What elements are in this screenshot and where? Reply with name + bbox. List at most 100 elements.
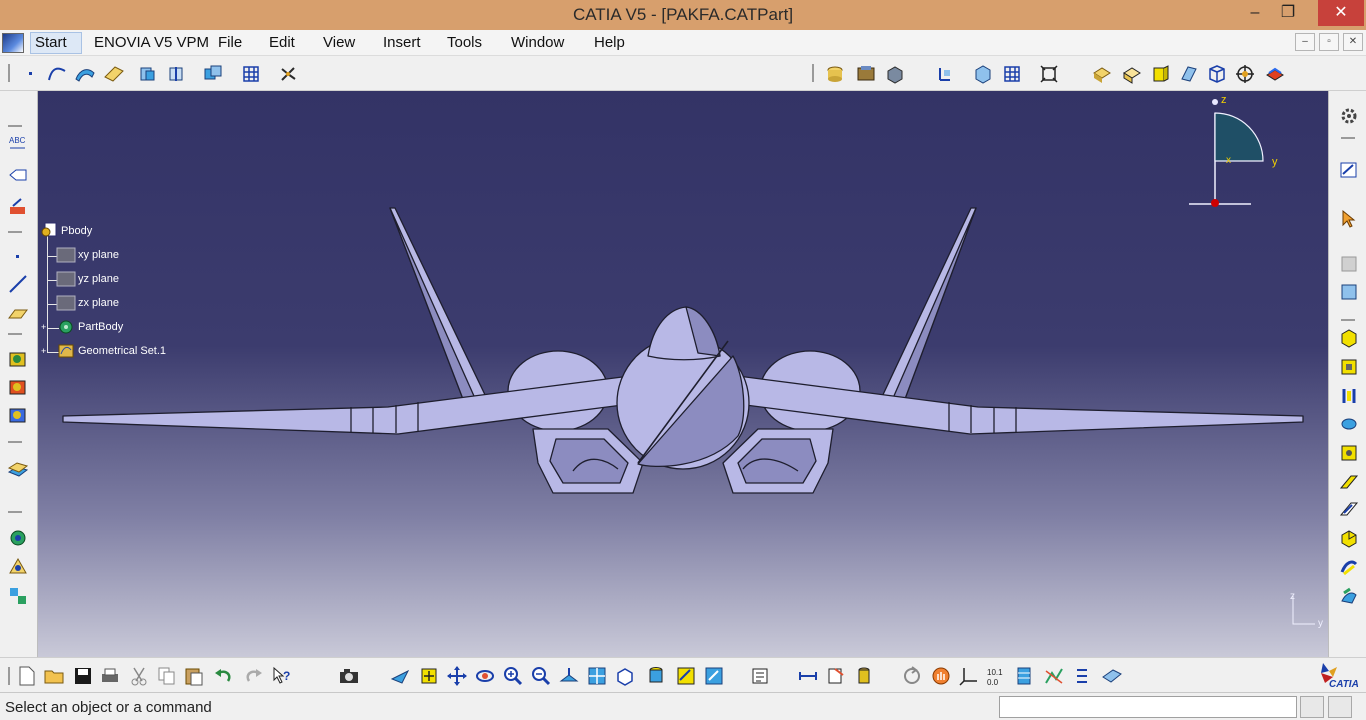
customize-view-icon[interactable] bbox=[1206, 63, 1228, 85]
rib-icon[interactable] bbox=[1338, 471, 1360, 493]
zoom-in-icon[interactable] bbox=[502, 665, 524, 687]
pan-icon[interactable] bbox=[446, 665, 468, 687]
measure-inertia-icon[interactable] bbox=[853, 665, 875, 687]
minimize-button[interactable]: ‒ bbox=[1240, 0, 1270, 26]
expand-plus-icon[interactable]: + bbox=[41, 322, 46, 332]
update-icon[interactable] bbox=[749, 665, 771, 687]
formula-icon[interactable] bbox=[7, 555, 29, 577]
select-arrow-icon[interactable] bbox=[1338, 208, 1360, 230]
line-icon[interactable] bbox=[7, 273, 29, 295]
sketch-cylinder-icon[interactable] bbox=[824, 63, 846, 85]
command-input[interactable] bbox=[999, 696, 1297, 718]
toolbar-grip[interactable] bbox=[8, 441, 22, 443]
camera-icon[interactable] bbox=[338, 665, 360, 687]
toolbar-grip[interactable] bbox=[1341, 137, 1355, 139]
extrude-icon[interactable] bbox=[7, 348, 29, 370]
offset-surface-icon[interactable] bbox=[7, 460, 29, 482]
save-icon[interactable] bbox=[72, 665, 94, 687]
undo-icon[interactable] bbox=[212, 665, 234, 687]
toolbar-grip[interactable] bbox=[8, 125, 22, 127]
plane-icon[interactable] bbox=[7, 302, 29, 324]
hide-show-icon[interactable] bbox=[1338, 253, 1360, 275]
sweep-surface-icon[interactable] bbox=[74, 63, 96, 85]
text-annotation-icon[interactable]: ABC bbox=[7, 133, 29, 155]
part-material-icon[interactable] bbox=[884, 63, 906, 85]
slot-icon[interactable] bbox=[1338, 498, 1360, 520]
zoom-out-icon[interactable] bbox=[530, 665, 552, 687]
pocket-icon[interactable] bbox=[1338, 356, 1360, 378]
transform-icon[interactable] bbox=[202, 63, 224, 85]
menu-insert[interactable]: Insert bbox=[383, 34, 421, 51]
point-icon[interactable] bbox=[7, 246, 29, 268]
print-icon[interactable] bbox=[99, 665, 121, 687]
sketcher-icon[interactable] bbox=[7, 196, 29, 218]
fit-all-in-icon[interactable] bbox=[418, 665, 440, 687]
menu-edit[interactable]: Edit bbox=[269, 34, 295, 51]
split-icon[interactable] bbox=[166, 63, 188, 85]
command-list-button-secondary[interactable] bbox=[1328, 696, 1352, 718]
join-icon[interactable] bbox=[137, 63, 159, 85]
maximize-button[interactable]: ❐ bbox=[1273, 0, 1303, 26]
gear-icon[interactable] bbox=[1338, 105, 1360, 127]
redo-icon[interactable] bbox=[243, 665, 265, 687]
hidden-edges-icon[interactable] bbox=[1149, 63, 1171, 85]
grid-view-icon[interactable] bbox=[1001, 63, 1023, 85]
menu-start[interactable]: Start bbox=[30, 32, 82, 54]
swap-visible-icon[interactable] bbox=[703, 665, 725, 687]
toolbar-grip[interactable] bbox=[8, 231, 22, 233]
rotate-icon[interactable] bbox=[474, 665, 496, 687]
toolbar-grip[interactable] bbox=[8, 511, 22, 513]
orientation-compass[interactable]: z y x bbox=[1183, 93, 1293, 223]
measure-item-icon[interactable] bbox=[825, 665, 847, 687]
hole-icon[interactable] bbox=[1338, 442, 1360, 464]
command-list-button[interactable] bbox=[1300, 696, 1324, 718]
shading-icon[interactable] bbox=[1091, 63, 1113, 85]
toolbar-grip[interactable] bbox=[8, 667, 10, 685]
pad-icon[interactable] bbox=[1338, 327, 1360, 349]
close-button[interactable]: ✕ bbox=[1318, 0, 1364, 26]
menu-window[interactable]: Window bbox=[511, 34, 564, 51]
toolbar-grip[interactable] bbox=[8, 64, 10, 82]
doc-restore-button[interactable]: ▫ bbox=[1319, 33, 1339, 51]
groove-icon[interactable] bbox=[1338, 413, 1360, 435]
normal-view-icon[interactable] bbox=[558, 665, 580, 687]
menu-view[interactable]: View bbox=[323, 34, 355, 51]
analysis-icon[interactable] bbox=[1043, 665, 1065, 687]
hide-icon[interactable] bbox=[675, 665, 697, 687]
multi-section-solid-icon[interactable] bbox=[1338, 556, 1360, 578]
knowledge-icon[interactable] bbox=[7, 527, 29, 549]
layer-icon[interactable] bbox=[1101, 665, 1123, 687]
whats-this-help-icon[interactable]: ? bbox=[271, 665, 293, 687]
spline-icon[interactable] bbox=[46, 63, 68, 85]
sphere-surface-icon[interactable] bbox=[7, 404, 29, 426]
plane-surface-icon[interactable] bbox=[103, 63, 125, 85]
stop-hand-icon[interactable] bbox=[930, 665, 952, 687]
toolbar-grip[interactable] bbox=[812, 64, 814, 82]
menu-file[interactable]: File bbox=[218, 34, 242, 51]
swap-space-icon[interactable] bbox=[1338, 281, 1360, 303]
fly-mode-icon[interactable] bbox=[390, 665, 412, 687]
shading-cylinder-icon[interactable] bbox=[645, 665, 667, 687]
measure-between-icon[interactable] bbox=[797, 665, 819, 687]
isometric-view-icon[interactable] bbox=[972, 63, 994, 85]
doc-minimize-button[interactable]: – bbox=[1295, 33, 1315, 51]
menu-enovia[interactable]: ENOVIA V5 VPM bbox=[94, 34, 209, 51]
catalog-browser-icon[interactable] bbox=[855, 63, 877, 85]
aircraft-model[interactable] bbox=[38, 91, 1328, 657]
wireframe-icon[interactable] bbox=[1178, 63, 1200, 85]
axis-system-icon[interactable] bbox=[277, 63, 299, 85]
iso-view-icon[interactable] bbox=[614, 665, 636, 687]
refresh-icon[interactable] bbox=[901, 665, 923, 687]
shading-edges-icon[interactable] bbox=[1121, 63, 1143, 85]
normal-view-icon[interactable] bbox=[934, 63, 956, 85]
remove-lump-icon[interactable] bbox=[1338, 585, 1360, 607]
parameters-icon[interactable] bbox=[7, 585, 29, 607]
doc-close-button[interactable]: ✕ bbox=[1343, 33, 1363, 51]
list-view-icon[interactable] bbox=[1071, 665, 1093, 687]
open-folder-icon[interactable] bbox=[43, 665, 65, 687]
shaft-icon[interactable] bbox=[1338, 385, 1360, 407]
toolbar-grip[interactable] bbox=[8, 333, 22, 335]
solid-combine-icon[interactable] bbox=[1338, 527, 1360, 549]
point-icon[interactable] bbox=[20, 63, 42, 85]
multi-view-icon[interactable] bbox=[586, 665, 608, 687]
